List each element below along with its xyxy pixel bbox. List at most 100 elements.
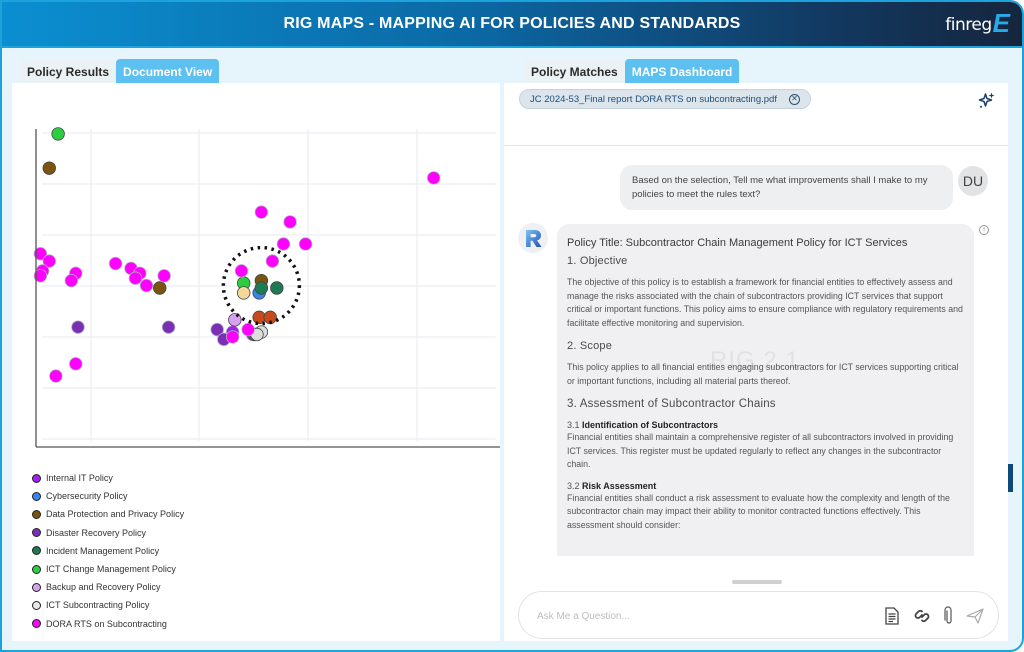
link-icon[interactable] <box>912 606 932 626</box>
legend-label: Internal IT Policy <box>46 473 113 484</box>
plot-points: Internal IT PolicyInternal IT PolicyCybe… <box>33 127 441 383</box>
document-icon[interactable] <box>882 606 902 626</box>
legend-item[interactable]: Internal IT Policy <box>32 469 184 487</box>
legend-marker-icon <box>32 473 41 483</box>
data-point[interactable]: DORA RTS on Subcontracting <box>283 215 297 229</box>
logo-mark: E <box>992 8 1010 38</box>
data-point[interactable]: DORA RTS on Subcontracting <box>298 237 313 251</box>
subheading-title: Risk Assessment <box>582 480 657 491</box>
data-point[interactable]: DORA RTS on Subcontracting <box>49 369 63 383</box>
legend-item[interactable]: Cybersecurity Policy <box>32 487 184 505</box>
legend-marker-icon <box>32 582 41 592</box>
legend-item[interactable]: ICT Subcontracting Policy <box>32 596 184 614</box>
document-view-panel: Internal IT PolicyInternal IT Policy Cybe… <box>12 83 500 641</box>
data-point[interactable]: DORA RTS on Subcontracting <box>241 322 255 337</box>
chat-divider <box>504 145 1008 146</box>
sparkle-icon[interactable] <box>978 91 996 109</box>
paperclip-icon[interactable] <box>939 606 959 626</box>
tab-maps-dashboard[interactable]: MAPS Dashboard <box>624 59 740 83</box>
data-point[interactable]: Incident Management Policy <box>270 281 284 295</box>
response-policy-title: Policy Title: Subcontractor Chain Manage… <box>567 237 908 249</box>
legend-label: Backup and Recovery Policy <box>46 582 161 593</box>
data-point[interactable]: DORA RTS on Subcontracting <box>69 357 83 371</box>
logo-text: finreg <box>945 15 992 35</box>
subheading-number: 3.2 <box>567 480 580 491</box>
app-header: RIG MAPS - MAPPING AI FOR POLICIES AND S… <box>2 2 1022 48</box>
legend-item[interactable]: Backup and Recovery Policy <box>32 578 184 596</box>
response-subheading-3-1: 3.1 Identification of Subcontractors <box>567 420 964 430</box>
selected-file-chip[interactable]: JC 2024-53_Final report DORA RTS on subc… <box>519 89 811 109</box>
assistant-response: RIG 2.1 Policy Title: Subcontractor Chai… <box>557 224 974 556</box>
response-subheading-3-2: 3.2 Risk Assessment <box>567 481 964 491</box>
plot-legend: Internal IT Policy Cybersecurity Policy Da… <box>32 469 184 633</box>
maps-dashboard-panel: JC 2024-53_Final report DORA RTS on subc… <box>504 83 1008 641</box>
data-point[interactable]: DORA RTS on Subcontracting <box>128 271 143 285</box>
question-input-box <box>518 591 999 639</box>
legend-item[interactable]: DORA RTS on Subcontracting <box>32 615 184 633</box>
data-point[interactable]: DORA RTS on Subcontracting <box>64 273 79 288</box>
legend-item[interactable]: Data Protection and Privacy Policy <box>32 505 184 523</box>
send-icon[interactable] <box>965 606 985 626</box>
subheading-title: Identification of Subcontractors <box>582 420 719 430</box>
legend-marker-icon <box>32 491 41 501</box>
legend-marker-icon <box>32 528 41 538</box>
legend-label: ICT Subcontracting Policy <box>46 600 150 611</box>
response-3-1-text: Financial entities shall maintain a comp… <box>567 432 954 469</box>
tab-policy-results[interactable]: Policy Results <box>20 59 117 83</box>
data-point[interactable]: DORA RTS on Subcontracting <box>139 278 154 293</box>
legend-label: DORA RTS on Subcontracting <box>46 618 167 629</box>
legend-label: Disaster Recovery Policy <box>46 527 147 538</box>
user-avatar: DU <box>958 166 988 196</box>
data-point[interactable]: DORA RTS on Subcontracting <box>276 237 291 251</box>
app-title: RIG MAPS - MAPPING AI FOR POLICIES AND S… <box>283 15 741 32</box>
legend-marker-icon <box>32 600 41 610</box>
data-point[interactable]: DORA RTS on Subcontracting <box>234 264 249 278</box>
rig-bot-avatar <box>518 223 548 253</box>
response-3-2-text: Financial entities shall conduct a risk … <box>567 492 950 530</box>
user-message: Based on the selection, Tell me what imp… <box>620 165 953 210</box>
subheading-number: 3.1 <box>567 420 580 430</box>
scrollbar-thumb[interactable] <box>1008 464 1013 492</box>
left-tabs: Policy Results Document View <box>20 59 220 83</box>
response-objective-text: The objective of this policy is to estab… <box>567 277 963 328</box>
legend-label: Incident Management Policy <box>46 545 160 556</box>
data-point[interactable]: DORA RTS on Subcontracting <box>265 254 280 268</box>
response-heading-assessment: 3. Assessment of Subcontractor Chains <box>567 398 776 410</box>
legend-marker-icon <box>32 619 41 629</box>
rig-watermark: RIG 2.1 <box>710 347 800 374</box>
legend-marker-icon <box>32 509 41 519</box>
data-point[interactable]: DORA RTS on Subcontracting <box>225 330 240 344</box>
legend-label: Data Protection and Privacy Policy <box>46 509 185 520</box>
data-point[interactable]: ICT Change Management Policy <box>51 127 65 141</box>
data-point[interactable]: DORA RTS on Subcontracting <box>108 256 123 271</box>
data-point[interactable]: DORA RTS on Subcontracting <box>427 171 441 185</box>
data-point[interactable]: Cluster (highlight) <box>236 286 251 300</box>
legend-item[interactable]: Incident Management Policy <box>32 542 184 560</box>
legend-label: ICT Change Management Policy <box>46 564 176 575</box>
tab-document-view[interactable]: Document View <box>116 59 220 83</box>
legend-marker-icon <box>32 546 41 556</box>
data-point[interactable]: DORA RTS on Subcontracting <box>157 269 171 283</box>
resize-handle[interactable] <box>732 580 782 584</box>
info-icon[interactable]: i <box>979 225 989 235</box>
data-point[interactable]: Backup and Recovery Policy <box>228 313 242 327</box>
data-point[interactable]: Data Protection and Privacy Policy <box>153 281 167 295</box>
question-input[interactable] <box>537 607 837 625</box>
scatter-plot[interactable]: Internal IT PolicyInternal IT PolicyCybe… <box>12 83 500 458</box>
right-tabs: Policy Matches MAPS Dashboard <box>524 59 740 83</box>
data-point[interactable]: Data Protection and Privacy Policy <box>42 161 56 175</box>
legend-label: Cybersecurity Policy <box>46 491 128 502</box>
finreg-logo: finreg E <box>945 8 1010 38</box>
data-point[interactable]: DORA RTS on Subcontracting <box>254 205 269 219</box>
data-point[interactable]: Incident Management Policy <box>254 281 269 295</box>
legend-item[interactable]: ICT Change Management Policy <box>32 560 184 578</box>
legend-marker-icon <box>32 564 41 574</box>
response-heading-objective: 1. Objective <box>567 255 628 267</box>
data-point[interactable]: Disaster Recovery Policy <box>161 320 176 334</box>
data-point[interactable]: Disaster Recovery Policy <box>71 320 85 334</box>
app-frame: RIG MAPS - MAPPING AI FOR POLICIES AND S… <box>0 0 1024 652</box>
legend-item[interactable]: Disaster Recovery Policy <box>32 524 184 542</box>
file-chip-label: JC 2024-53_Final report DORA RTS on subc… <box>530 93 777 105</box>
tab-policy-matches[interactable]: Policy Matches <box>524 59 625 83</box>
x-circle-icon[interactable]: ✕ <box>788 93 800 105</box>
